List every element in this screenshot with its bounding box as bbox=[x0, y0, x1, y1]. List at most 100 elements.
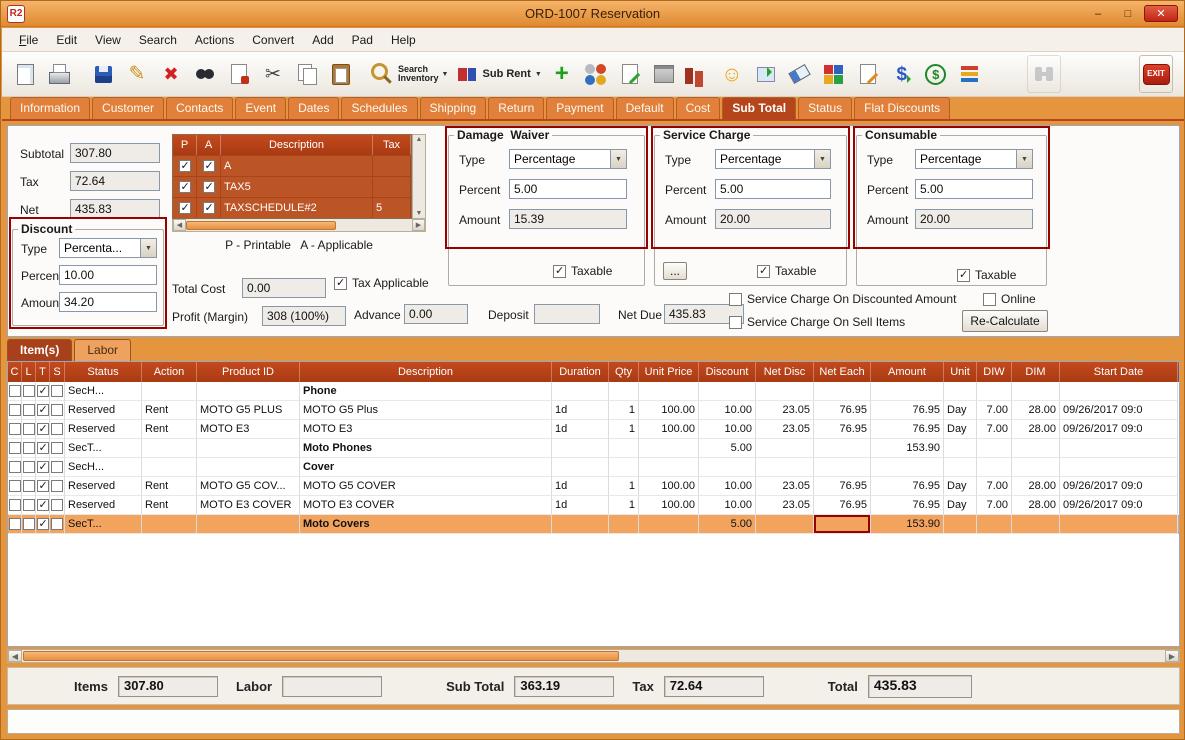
maximize-button[interactable]: □ bbox=[1114, 5, 1142, 22]
table-row[interactable]: ReservedRentMOTO G5 COV...MOTO G5 COVER1… bbox=[8, 477, 1179, 496]
menu-view[interactable]: View bbox=[86, 30, 130, 50]
tax-printable-checkbox[interactable] bbox=[179, 160, 191, 172]
edit-notes-button[interactable] bbox=[851, 55, 885, 93]
service-charge-sell-items-checkbox[interactable] bbox=[729, 316, 742, 329]
items-scroll-left-arrow[interactable]: ◀ bbox=[8, 650, 22, 662]
reports-button[interactable] bbox=[953, 55, 987, 93]
tab-return[interactable]: Return bbox=[488, 97, 544, 119]
menu-file[interactable]: File bbox=[10, 30, 47, 50]
tax-applicable-col-checkbox[interactable] bbox=[203, 160, 215, 172]
tax-scroll-thumb[interactable] bbox=[186, 221, 336, 230]
row-checkbox-c[interactable] bbox=[9, 423, 21, 435]
tab-schedules[interactable]: Schedules bbox=[341, 97, 417, 119]
row-checkbox-s[interactable] bbox=[51, 404, 63, 416]
damage-waiver-percent-input[interactable]: 5.00 bbox=[509, 179, 627, 199]
row-checkbox-l[interactable] bbox=[23, 518, 35, 530]
row-checkbox-l[interactable] bbox=[23, 461, 35, 473]
column-header-product-id[interactable]: Product ID bbox=[197, 362, 300, 382]
column-header-diw[interactable]: DIW bbox=[977, 362, 1012, 382]
column-header-description[interactable]: Description bbox=[300, 362, 552, 382]
menu-pad[interactable]: Pad bbox=[343, 30, 382, 50]
calendar-button[interactable] bbox=[647, 55, 681, 93]
items-tab-item-s[interactable]: Item(s) bbox=[7, 339, 72, 361]
column-header-action[interactable]: Action bbox=[142, 362, 197, 382]
menu-search[interactable]: Search bbox=[130, 30, 186, 50]
damage-waiver-type-combo[interactable]: Percentage ▼ bbox=[509, 149, 627, 169]
menu-edit[interactable]: Edit bbox=[47, 30, 86, 50]
column-header-unit[interactable]: Unit bbox=[944, 362, 977, 382]
table-row[interactable]: SecT...Moto Phones5.00153.90 bbox=[8, 439, 1179, 458]
exit-button[interactable]: EXIT bbox=[1139, 55, 1173, 93]
row-checkbox-s[interactable] bbox=[51, 518, 63, 530]
tax-table-vscrollbar[interactable]: ▲▼ bbox=[412, 134, 426, 219]
menu-help[interactable]: Help bbox=[382, 30, 425, 50]
column-header-net-disc[interactable]: Net Disc bbox=[756, 362, 814, 382]
close-button[interactable]: ✕ bbox=[1144, 5, 1178, 22]
tax-scroll-right-arrow[interactable]: ▶ bbox=[412, 219, 425, 231]
tab-sub-total[interactable]: Sub Total bbox=[722, 97, 796, 119]
sub-rent-button[interactable]: Sub Rent▼ bbox=[452, 55, 545, 93]
items-scroll-right-arrow[interactable]: ▶ bbox=[1165, 650, 1179, 662]
damage-waiver-taxable-checkbox[interactable] bbox=[553, 265, 566, 278]
delete-button[interactable] bbox=[154, 55, 188, 93]
export-page-button[interactable] bbox=[222, 55, 256, 93]
new-document-button[interactable] bbox=[8, 55, 42, 93]
tab-status[interactable]: Status bbox=[798, 97, 852, 119]
column-header-duration[interactable]: Duration bbox=[552, 362, 609, 382]
tab-default[interactable]: Default bbox=[616, 97, 674, 119]
find-button[interactable] bbox=[188, 55, 222, 93]
row-checkbox-s[interactable] bbox=[51, 385, 63, 397]
tax-applicable-col-checkbox[interactable] bbox=[203, 202, 215, 214]
row-checkbox-s[interactable] bbox=[51, 423, 63, 435]
recalculate-button[interactable]: Re-Calculate bbox=[962, 310, 1048, 332]
row-checkbox-c[interactable] bbox=[9, 499, 21, 511]
table-row[interactable]: ReservedRentMOTO E3MOTO E31d1100.0010.00… bbox=[8, 420, 1179, 439]
tax-printable-checkbox[interactable] bbox=[179, 202, 191, 214]
tax-column-header-description[interactable]: Description bbox=[221, 135, 373, 155]
discount-type-combo[interactable]: Percenta... ▼ bbox=[59, 238, 157, 258]
items-tab-labor[interactable]: Labor bbox=[74, 339, 131, 361]
print-button[interactable] bbox=[42, 55, 76, 93]
row-checkbox-s[interactable] bbox=[51, 461, 63, 473]
company-button[interactable] bbox=[681, 55, 715, 93]
tab-flat-discounts[interactable]: Flat Discounts bbox=[854, 97, 950, 119]
column-header-s[interactable]: S bbox=[50, 362, 65, 382]
tax-table-hscrollbar[interactable]: ◀ ▶ bbox=[172, 219, 426, 232]
tax-scroll-left-arrow[interactable]: ◀ bbox=[173, 219, 186, 231]
package-button[interactable] bbox=[749, 55, 783, 93]
column-header-discount[interactable]: Discount bbox=[699, 362, 756, 382]
table-row[interactable]: SecH...Cover bbox=[8, 458, 1179, 477]
notes-button[interactable] bbox=[613, 55, 647, 93]
discount-amount-input[interactable]: 34.20 bbox=[59, 292, 157, 312]
sub-rent-dropdown-icon[interactable]: ▼ bbox=[534, 71, 543, 78]
tax-scroll-up-icon[interactable]: ▲ bbox=[416, 136, 423, 143]
row-checkbox-c[interactable] bbox=[9, 404, 21, 416]
column-header-net-each[interactable]: Net Each bbox=[814, 362, 871, 382]
consumable-type-combo[interactable]: Percentage ▼ bbox=[915, 149, 1033, 169]
service-charge-discounted-checkbox[interactable] bbox=[729, 293, 742, 306]
row-checkbox-c[interactable] bbox=[9, 518, 21, 530]
tax-table-row[interactable]: A bbox=[173, 155, 411, 176]
row-checkbox-c[interactable] bbox=[9, 480, 21, 492]
row-checkbox-l[interactable] bbox=[23, 423, 35, 435]
row-checkbox-t[interactable] bbox=[37, 385, 49, 397]
customer-button[interactable] bbox=[715, 55, 749, 93]
row-checkbox-t[interactable] bbox=[37, 423, 49, 435]
menu-add[interactable]: Add bbox=[303, 30, 342, 50]
tax-column-header-a[interactable]: A bbox=[197, 135, 221, 155]
items-hscrollbar[interactable]: ◀ ▶ bbox=[7, 649, 1180, 663]
table-row[interactable]: SecT...Moto Covers5.00153.90 bbox=[8, 515, 1179, 534]
row-checkbox-l[interactable] bbox=[23, 480, 35, 492]
tax-column-header-p[interactable]: P bbox=[173, 135, 197, 155]
table-row[interactable]: SecH...Phone bbox=[8, 382, 1179, 401]
consumable-percent-input[interactable]: 5.00 bbox=[915, 179, 1033, 199]
row-checkbox-c[interactable] bbox=[9, 461, 21, 473]
tax-applicable-col-checkbox[interactable] bbox=[203, 181, 215, 193]
service-charge-percent-input[interactable]: 5.00 bbox=[715, 179, 831, 199]
tab-payment[interactable]: Payment bbox=[546, 97, 613, 119]
eraser-button[interactable] bbox=[783, 55, 817, 93]
cut-button[interactable] bbox=[256, 55, 290, 93]
row-checkbox-t[interactable] bbox=[37, 404, 49, 416]
row-checkbox-s[interactable] bbox=[51, 499, 63, 511]
table-row[interactable]: ReservedRentMOTO E3 COVERMOTO E3 COVER1d… bbox=[8, 496, 1179, 515]
